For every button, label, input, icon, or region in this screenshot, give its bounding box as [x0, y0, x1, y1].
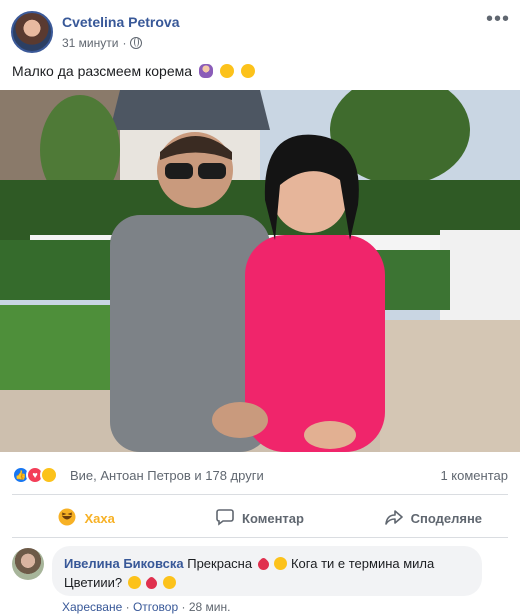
comment-like-button[interactable]: Харесване [62, 600, 122, 614]
post-caption: Малко да разсмеем корема [12, 63, 193, 79]
grimace-emoji-icon [240, 64, 255, 78]
comment-item: Ивелина Биковска Прекрасна Кога ти е тер… [0, 544, 520, 614]
haha-label: Хаха [84, 510, 115, 526]
comment-reply-button[interactable]: Отговор [133, 600, 178, 614]
share-label: Споделяне [410, 510, 483, 526]
post-meta: 31 минути · [62, 36, 143, 50]
comment-label: Коментар [242, 510, 304, 526]
post-header: Cvetelina Petrova 31 минути · ••• [0, 0, 520, 60]
comment-icon [216, 508, 234, 529]
haha-button[interactable]: Хаха [0, 500, 173, 536]
meta-separator: · [122, 36, 127, 50]
woman-emoji-icon [198, 64, 213, 78]
comment-text-a: Прекрасна [187, 556, 253, 571]
heart-emoji-icon [255, 556, 271, 573]
smile-emoji-icon [127, 576, 141, 589]
author-name[interactable]: Cvetelina Petrova [62, 14, 180, 30]
reactions-text[interactable]: Вие, Антоан Петров и 178 други [70, 468, 264, 483]
share-icon [384, 508, 403, 529]
kiss-emoji-icon [274, 557, 288, 570]
share-button[interactable]: Споделяне [347, 500, 520, 536]
author-avatar[interactable] [11, 11, 53, 53]
comment-time[interactable]: 28 мин. [189, 600, 231, 614]
commenter-name[interactable]: Ивелина Биковска [64, 556, 184, 571]
reactions-summary[interactable]: 👍 ♥ Вие, Антоан Петров и 178 други 1 ком… [0, 462, 520, 490]
separator: · [125, 600, 130, 614]
post-text: Малко да разсмеем корема [12, 63, 255, 79]
heart-emoji-icon [144, 575, 160, 592]
divider [12, 537, 508, 538]
haha-icon [58, 508, 76, 529]
photo-illustration [0, 90, 520, 452]
post-photo[interactable] [0, 90, 520, 452]
post-time[interactable]: 31 минути [62, 36, 118, 50]
post-actions: Хаха Коментар Споделяне [0, 500, 520, 536]
reaction-icons: 👍 ♥ [12, 466, 58, 484]
comment-button[interactable]: Коментар [173, 500, 346, 536]
more-options-button[interactable]: ••• [486, 8, 510, 31]
comment-actions: Харесване · Отговор · 28 мин. [62, 600, 230, 614]
comment-count[interactable]: 1 коментар [440, 468, 508, 483]
comment-bubble: Ивелина Биковска Прекрасна Кога ти е тер… [52, 546, 482, 596]
haha-reaction-icon [40, 466, 58, 484]
globe-icon[interactable] [130, 37, 143, 49]
kiss-emoji-icon [163, 576, 177, 589]
laughing-emoji-icon [219, 64, 234, 78]
separator: · [181, 600, 186, 614]
commenter-avatar[interactable] [12, 548, 44, 580]
divider [12, 494, 508, 495]
